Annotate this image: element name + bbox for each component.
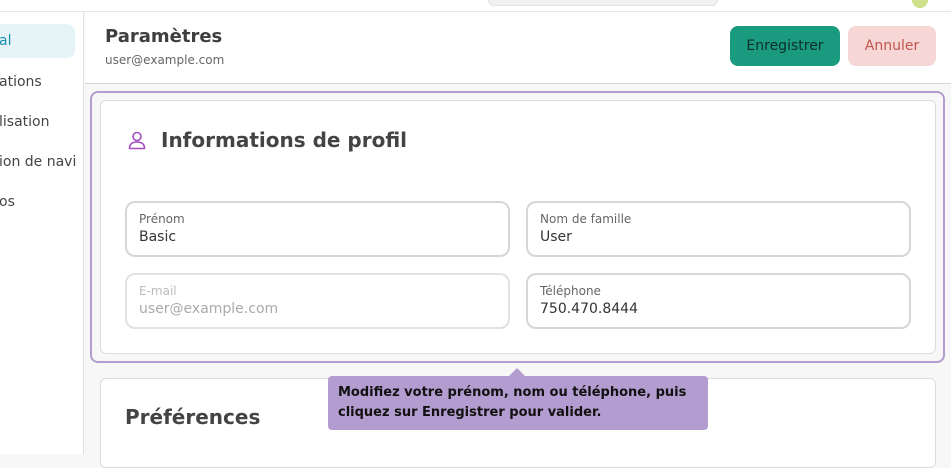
search-bar[interactable] xyxy=(488,0,718,6)
sidebar-item-notifications[interactable]: ations xyxy=(0,65,75,99)
sidebar-item-label: ations xyxy=(0,74,42,90)
tooltip-arrow xyxy=(509,368,525,376)
save-button[interactable]: Enregistrer xyxy=(730,26,840,66)
sidebar-item-label: ion de navi xyxy=(0,154,77,170)
settings-header: Paramètres user@example.com Enregistrer … xyxy=(85,12,951,84)
sidebar-item-about[interactable]: os xyxy=(0,185,75,219)
top-bar xyxy=(0,0,951,12)
sidebar: al ations lisation ion de navi os xyxy=(0,12,84,454)
sidebar-item-label: lisation xyxy=(0,114,50,130)
page-title: Paramètres xyxy=(105,26,223,47)
sidebar-item-label: os xyxy=(0,194,15,210)
user-email-subtitle: user@example.com xyxy=(105,53,225,67)
avatar[interactable] xyxy=(912,0,928,8)
cancel-button[interactable]: Annuler xyxy=(848,26,936,66)
sidebar-item-label: al xyxy=(0,33,12,49)
sidebar-item-navigation[interactable]: ion de navi xyxy=(0,145,83,179)
onboarding-highlight-frame xyxy=(90,91,945,363)
sidebar-item-personalisation[interactable]: lisation xyxy=(0,105,75,139)
preferences-card-title: Préférences xyxy=(125,405,261,429)
sidebar-item-general[interactable]: al xyxy=(0,24,75,58)
onboarding-tooltip: Modifiez votre prénom, nom ou téléphone,… xyxy=(328,376,708,430)
